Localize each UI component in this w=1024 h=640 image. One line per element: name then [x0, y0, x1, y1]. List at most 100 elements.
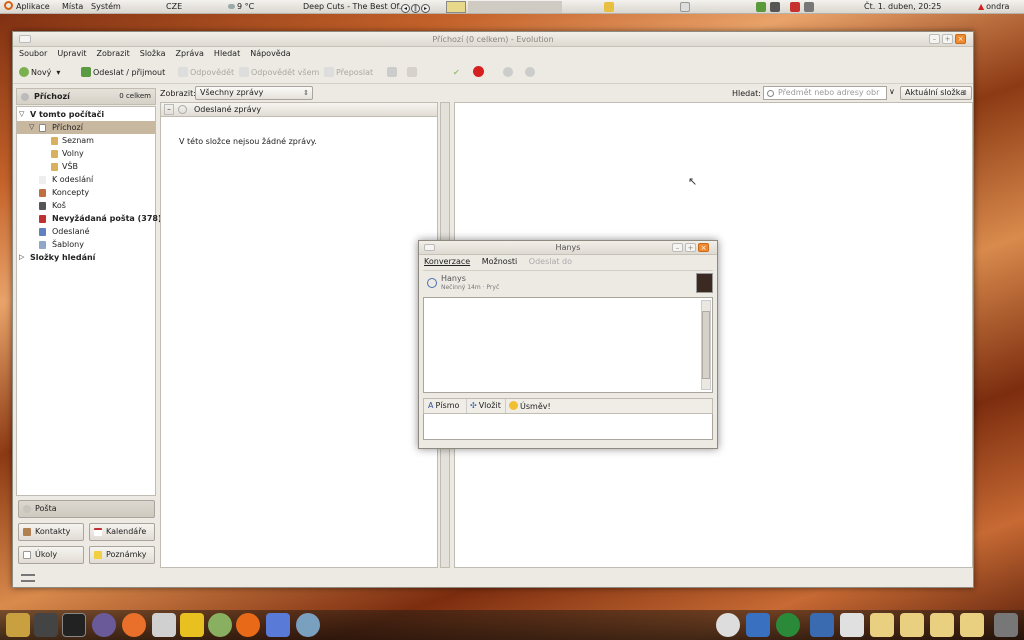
trash-icon[interactable] [994, 613, 1018, 637]
previous-button[interactable] [503, 66, 515, 80]
maximize-button[interactable]: + [942, 34, 953, 44]
expander-closed-icon[interactable]: ▷ [19, 251, 24, 264]
teacup-icon[interactable] [152, 613, 176, 637]
print-button[interactable] [387, 66, 399, 80]
weather-applet[interactable]: 9 °C [228, 1, 254, 13]
folder-icon[interactable] [900, 613, 924, 637]
window-menu-icon[interactable] [424, 244, 435, 251]
minimize-button[interactable]: – [929, 34, 940, 44]
tree-item-drafts[interactable]: Koncepty [17, 186, 155, 199]
tree-item-vsb[interactable]: VŠB [17, 160, 155, 173]
folder-icon[interactable] [870, 613, 894, 637]
chat-client-icon[interactable] [266, 613, 290, 637]
next-button[interactable] [525, 66, 537, 80]
places-menu[interactable]: Místa [62, 1, 83, 13]
status-column-icon[interactable] [178, 105, 187, 114]
next-track-icon[interactable]: ▸ [421, 4, 430, 13]
flame-icon[interactable] [122, 613, 146, 637]
tree-item-local[interactable]: ▽ V tomto počítači [17, 108, 155, 121]
window-list-button[interactable] [446, 1, 466, 13]
smiley-button[interactable]: Úsměv! [509, 401, 551, 411]
mark-read-button[interactable]: ✔ [453, 66, 460, 80]
tree-item-junk[interactable]: Nevyžádaná pošta (378) [17, 212, 162, 225]
chevron-down-icon[interactable]: ▾ [56, 68, 60, 77]
keyboard-layout[interactable]: CZE [166, 1, 182, 13]
menu-search[interactable]: Hledat [214, 49, 240, 58]
terminal-icon[interactable] [62, 613, 86, 637]
search-scope-combo[interactable]: Aktuální složka ⇕ [900, 86, 972, 100]
tree-item-search-folders[interactable]: ▷ Složky hledání [17, 251, 155, 264]
buddy-avatar[interactable] [696, 273, 713, 293]
chat-history-scrollbar[interactable] [701, 300, 711, 390]
menu-view[interactable]: Zobrazit [97, 49, 130, 58]
molecule-icon[interactable] [92, 613, 116, 637]
expander-open-icon[interactable]: ▽ [29, 121, 34, 134]
network-icon[interactable] [804, 2, 814, 12]
tree-item-sent[interactable]: Odeslané [17, 225, 155, 238]
tree-item-templates[interactable]: Šablony [17, 238, 155, 251]
firefox-icon[interactable] [236, 613, 260, 637]
forward-button[interactable]: Přeposlat [324, 66, 373, 80]
music-icon[interactable] [756, 2, 766, 12]
new-button[interactable]: Nový ▾ [19, 66, 60, 80]
media-player-icon[interactable] [208, 613, 232, 637]
minimize-button[interactable]: – [672, 243, 683, 252]
search-options-button[interactable]: ∨ [889, 87, 895, 96]
clock-icon[interactable] [716, 613, 740, 637]
pause-icon[interactable]: ‖ [411, 4, 420, 13]
chat-history[interactable] [423, 297, 713, 393]
switcher-tasks-button[interactable]: Úkoly [18, 546, 84, 564]
applications-menu[interactable]: Aplikace [4, 1, 50, 13]
stop-button[interactable] [473, 66, 486, 80]
green-ball-icon[interactable] [776, 613, 800, 637]
menu-conversation[interactable]: Konverzace [424, 257, 470, 266]
reply-button[interactable]: Odpovědět [178, 66, 234, 80]
virtual-machine-icon[interactable] [296, 613, 320, 637]
menu-folder[interactable]: Složka [140, 49, 166, 58]
delete-button[interactable] [407, 66, 419, 80]
monitor-icon[interactable] [770, 2, 780, 12]
reply-all-button[interactable]: Odpovědět všem [239, 66, 319, 80]
tree-item-trash[interactable]: Koš [17, 199, 155, 212]
view-filter-combo[interactable]: Všechny zprávy ⇕ [195, 86, 313, 100]
close-button[interactable]: × [698, 243, 709, 252]
menu-options[interactable]: Možnosti [482, 257, 518, 266]
previous-track-icon[interactable]: ◂ [401, 4, 410, 13]
menu-help[interactable]: Nápověda [250, 49, 291, 58]
column-header-sent[interactable]: Odeslané zprávy [194, 103, 261, 116]
user-menu[interactable]: ▲ ondra [978, 1, 1009, 13]
folder-icon[interactable] [960, 613, 984, 637]
window-menu-icon[interactable] [19, 35, 31, 43]
now-playing-title[interactable]: Deep Cuts - The Best Of... [303, 1, 406, 13]
evolution-titlebar[interactable]: Příchozí (0 celkem) - Evolution – + × [13, 32, 973, 47]
screen-icon[interactable] [746, 613, 770, 637]
search-input[interactable]: Předmět nebo adresy obr [763, 86, 887, 100]
computer-icon[interactable] [810, 613, 834, 637]
message-list[interactable]: – Odeslané zprávy V této složce nejsou ž… [160, 102, 438, 568]
expander-open-icon[interactable]: ▽ [19, 108, 24, 121]
switcher-calendars-button[interactable]: Kalendáře [89, 523, 155, 541]
tree-item-seznam[interactable]: Seznam [17, 134, 155, 147]
insert-button[interactable]: ✣ Vložit [470, 401, 501, 410]
mail-icon[interactable] [680, 2, 690, 12]
workspace-switcher[interactable] [468, 1, 562, 13]
connection-icon[interactable] [21, 574, 35, 582]
system-menu[interactable]: Systém [91, 1, 121, 13]
menu-edit[interactable]: Upravit [57, 49, 86, 58]
menu-file[interactable]: Soubor [19, 49, 47, 58]
notes-icon[interactable] [604, 2, 614, 12]
scrollbar-thumb[interactable] [702, 311, 710, 379]
tree-item-inbox[interactable]: ▽ Příchozí [17, 121, 155, 134]
folder-icon[interactable] [930, 613, 954, 637]
switcher-mail-button[interactable]: Pošta [18, 500, 155, 518]
message-input[interactable] [423, 414, 713, 440]
updates-icon[interactable] [790, 2, 800, 12]
maximize-button[interactable]: + [685, 243, 696, 252]
anchor-icon[interactable] [6, 613, 30, 637]
chat-titlebar[interactable]: Hanys – + × [419, 241, 717, 255]
tree-item-outbox[interactable]: K odeslání [17, 173, 155, 186]
clock[interactable]: Čt. 1. duben, 20:25 [864, 1, 941, 13]
close-button[interactable]: × [955, 34, 966, 44]
clip-icon[interactable] [180, 613, 204, 637]
menu-send-to[interactable]: Odeslat do [529, 257, 572, 266]
